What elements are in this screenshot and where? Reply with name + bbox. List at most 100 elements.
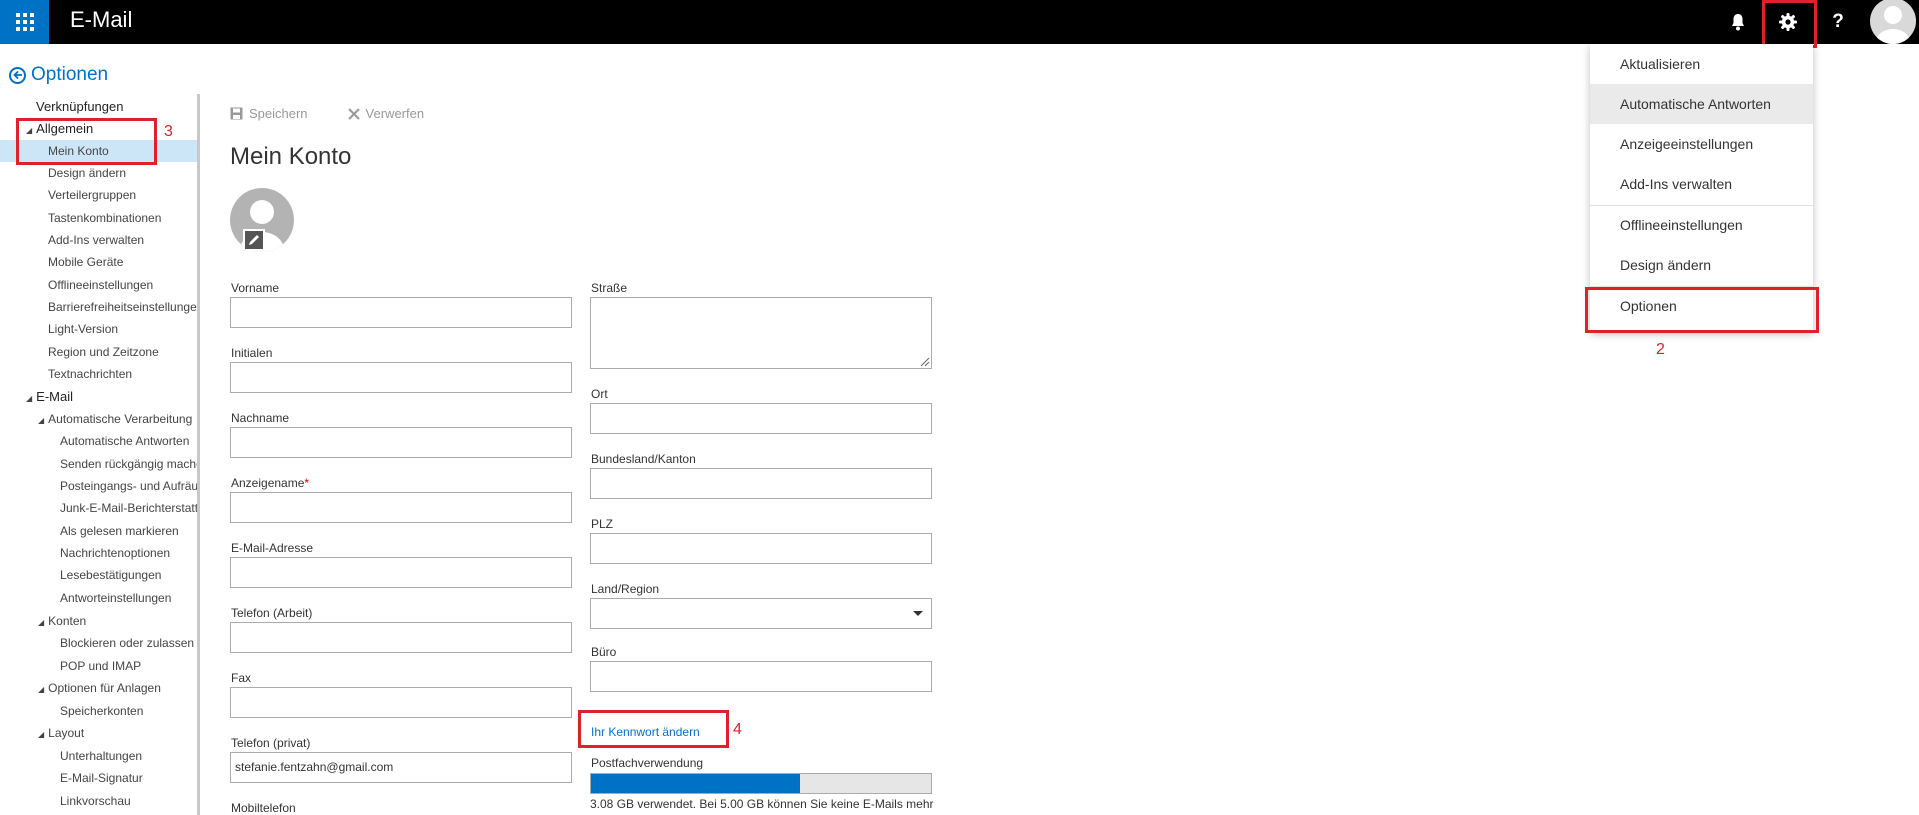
user-avatar-button[interactable]: [1867, 0, 1919, 44]
resize-grip-icon[interactable]: [918, 355, 930, 367]
nav-item[interactable]: Nachrichtenoptionen: [60, 542, 170, 564]
menu-item-refresh[interactable]: Aktualisieren: [1590, 44, 1813, 84]
nav-item[interactable]: Blockieren oder zulassen: [60, 632, 194, 654]
display-name-field[interactable]: [230, 492, 572, 523]
initials-label: Initialen: [231, 346, 273, 360]
home-phone-field[interactable]: stefanie.fentzahn@gmail.com: [230, 752, 572, 783]
nav-item[interactable]: Posteingangs- und Aufräumregeln: [60, 475, 198, 497]
zip-field[interactable]: [590, 533, 932, 564]
display-name-label: Anzeigename*: [231, 476, 309, 490]
annotation-number-3: 3: [164, 123, 173, 140]
country-label: Land/Region: [591, 582, 660, 596]
nav-item[interactable]: Unterhaltungen: [60, 745, 142, 767]
annotation-box-4: [578, 710, 729, 748]
last-name-field[interactable]: [230, 427, 572, 458]
nav-item[interactable]: Automatische Antworten: [60, 430, 189, 452]
nav-group-label: Layout: [48, 726, 85, 740]
menu-item-change-theme[interactable]: Design ändern: [1590, 245, 1813, 285]
back-arrow-icon: [9, 66, 26, 84]
nav-item[interactable]: Antworteinstellungen: [60, 587, 171, 609]
discard-button[interactable]: Verwerfen: [347, 106, 425, 121]
mailbox-usage-text: 3.08 GB verwendet. Bei 5.00 GB können Si…: [590, 797, 934, 811]
notifications-button[interactable]: [1713, 0, 1763, 44]
nav-section-mail-label: E-Mail: [36, 389, 73, 404]
options-navigation: Verknüpfungen ◢ Allgemein Mein Konto Desi…: [0, 96, 198, 815]
menu-item-automatic-replies[interactable]: Automatische Antworten: [1590, 84, 1813, 124]
first-name-field[interactable]: [230, 297, 572, 328]
chevron-down-icon: [913, 611, 923, 616]
edit-photo-button[interactable]: [243, 229, 265, 251]
nav-item[interactable]: Light-Version: [48, 318, 118, 340]
nav-group-accounts[interactable]: ◢ Konten: [38, 610, 86, 632]
nav-group-layout[interactable]: ◢ Layout: [38, 722, 84, 744]
city-field[interactable]: [590, 403, 932, 434]
nav-item[interactable]: Tastenkombinationen: [48, 207, 161, 229]
help-button[interactable]: ?: [1813, 0, 1863, 44]
discard-label: Verwerfen: [365, 106, 425, 121]
app-title: E-Mail: [70, 7, 133, 32]
country-select[interactable]: [590, 598, 932, 629]
required-asterisk: *: [304, 476, 310, 490]
state-label: Bundesland/Kanton: [591, 452, 696, 466]
nav-item[interactable]: POP und IMAP: [60, 655, 141, 677]
city-label: Ort: [591, 387, 608, 401]
annotation-box-2: [1585, 287, 1819, 333]
toolbar: Speichern Verwerfen: [230, 106, 424, 121]
nav-item[interactable]: Region und Zeitzone: [48, 341, 159, 363]
save-button[interactable]: Speichern: [230, 106, 308, 121]
nav-section-mail[interactable]: ◢ E-Mail: [26, 386, 73, 408]
initials-field[interactable]: [230, 362, 572, 393]
street-field[interactable]: [590, 297, 932, 369]
menu-item-display-settings[interactable]: Anzeigeeinstellungen: [1590, 124, 1813, 164]
work-phone-label: Telefon (Arbeit): [231, 606, 313, 620]
collapse-triangle-icon: ◢: [26, 394, 33, 403]
office-field[interactable]: [590, 661, 932, 692]
nav-item[interactable]: Verteilergruppen: [48, 184, 136, 206]
nav-item[interactable]: Offlineeinstellungen: [48, 274, 153, 296]
nav-item[interactable]: Speicherkonten: [60, 700, 143, 722]
menu-item-manage-addins[interactable]: Add-Ins verwalten: [1590, 164, 1813, 204]
close-icon: [347, 107, 360, 120]
nav-item[interactable]: Senden rückgängig machen: [60, 453, 198, 475]
pencil-icon: [245, 231, 263, 249]
fax-field[interactable]: [230, 687, 572, 718]
collapse-triangle-icon: ◢: [38, 685, 45, 694]
nav-item[interactable]: Lesebestätigungen: [60, 564, 161, 586]
back-to-options-link[interactable]: Optionen: [9, 64, 108, 86]
work-phone-field[interactable]: [230, 622, 572, 653]
nav-group-label: Konten: [48, 614, 87, 628]
nav-group-label: Automatische Verarbeitung: [48, 412, 193, 426]
state-field[interactable]: [590, 468, 932, 499]
mailbox-usage-bar: [590, 773, 932, 794]
collapse-triangle-icon: ◢: [38, 730, 45, 739]
email-field[interactable]: [230, 557, 572, 588]
office-label: Büro: [591, 645, 617, 659]
nav-item[interactable]: E-Mail-Signatur: [60, 767, 143, 789]
nav-item[interactable]: Linkvorschau: [60, 790, 131, 812]
last-name-label: Nachname: [231, 411, 290, 425]
bell-icon: [1732, 14, 1744, 31]
annotation-box-1: [1762, 0, 1817, 48]
nav-item[interactable]: Als gelesen markieren: [60, 520, 179, 542]
nav-item[interactable]: Mobile Geräte: [48, 251, 123, 273]
nav-item[interactable]: Barrierefreiheitseinstellungen: [48, 296, 198, 318]
annotation-number-4: 4: [733, 721, 742, 738]
save-label: Speichern: [249, 106, 308, 121]
fax-label: Fax: [231, 671, 252, 685]
annotation-box-3: [16, 118, 157, 165]
nav-group-attachments[interactable]: ◢ Optionen für Anlagen: [38, 677, 161, 699]
street-label: Straße: [591, 281, 628, 295]
back-link-label: Optionen: [31, 64, 109, 85]
nav-shortcuts[interactable]: Verknüpfungen: [36, 96, 123, 118]
app-launcher-button[interactable]: [0, 0, 49, 44]
nav-group-auto-processing[interactable]: ◢ Automatische Verarbeitung: [38, 408, 192, 430]
menu-item-offline-settings[interactable]: Offlineeinstellungen: [1590, 205, 1813, 245]
nav-scrollbar[interactable]: [197, 94, 200, 815]
mailbox-usage-label: Postfachverwendung: [591, 756, 704, 770]
nav-item[interactable]: Design ändern: [48, 162, 126, 184]
nav-item[interactable]: Junk-E-Mail-Berichterstattung: [60, 497, 198, 519]
nav-item[interactable]: Add-Ins verwalten: [48, 229, 144, 251]
zip-label: PLZ: [591, 517, 614, 531]
first-name-label: Vorname: [231, 281, 280, 295]
nav-item[interactable]: Textnachrichten: [48, 363, 132, 385]
